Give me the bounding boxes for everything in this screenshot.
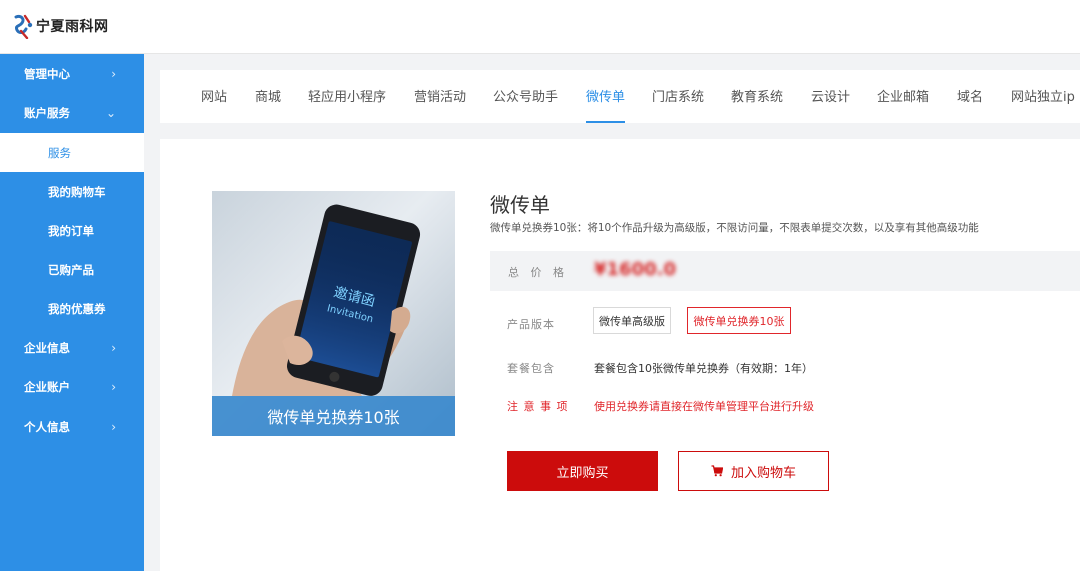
sidebar-item-label: 管理中心 <box>24 66 70 81</box>
phone-hand-illustration: 邀请函 Invitation <box>232 204 421 396</box>
sidebar-item-company-account[interactable]: 企业账户 › <box>0 368 144 408</box>
tab-mall[interactable]: 商城 <box>255 70 281 123</box>
add-to-cart-label: 加入购物车 <box>730 465 796 481</box>
sidebar: 管理中心 › 账户服务 ⌄ 服务 我的购物车 我的订单 已购产品 我的优惠券 企… <box>0 54 144 571</box>
chevron-down-icon: ⌄ <box>105 106 116 121</box>
tab-domain[interactable]: 域名 <box>957 70 983 123</box>
price-label: 总 价 格 <box>508 266 568 279</box>
sidebar-item-label: 个人信息 <box>24 419 70 434</box>
sidebar-item-account-service[interactable]: 账户服务 ⌄ <box>0 94 144 134</box>
package-label: 套餐包含 <box>507 362 555 375</box>
product-description: 微传单兑换券10张：将10个作品升级为高级版，不限访问量，不限表单提交次数，以及… <box>490 222 979 234</box>
cart-icon <box>711 465 723 477</box>
price-row: 总 价 格 ¥1600.0 <box>490 251 1080 291</box>
product-image-banner: 微传单兑换券10张 <box>212 396 455 436</box>
sidebar-subitem-service[interactable]: 服务 <box>0 133 144 172</box>
top-header: 宁夏雨科网 <box>0 0 1080 54</box>
tab-website[interactable]: 网站 <box>201 70 227 123</box>
sidebar-item-company-info[interactable]: 企业信息 › <box>0 328 144 368</box>
tab-flyer[interactable]: 微传单 <box>586 70 626 123</box>
brand-mark-icon <box>14 14 33 39</box>
tab-official-account[interactable]: 公众号助手 <box>493 70 558 123</box>
tab-marketing[interactable]: 营销活动 <box>414 70 466 123</box>
chevron-right-icon: › <box>111 66 116 81</box>
sidebar-item-management[interactable]: 管理中心 › <box>0 54 144 94</box>
sidebar-item-label: 企业账户 <box>24 380 70 395</box>
version-label: 产品版本 <box>507 318 555 331</box>
product-title: 微传单 <box>490 193 550 217</box>
sidebar-subitem-coupons[interactable]: 我的优惠券 <box>0 289 144 328</box>
sidebar-item-label: 账户服务 <box>24 106 70 121</box>
notice-value: 使用兑换券请直接在微传单管理平台进行升级 <box>594 400 814 413</box>
add-to-cart-button[interactable]: 加入购物车 <box>678 451 829 491</box>
tab-education[interactable]: 教育系统 <box>731 70 783 123</box>
package-value: 套餐包含10张微传单兑换券（有效期：1年） <box>594 362 813 375</box>
tab-mini-program[interactable]: 轻应用小程序 <box>308 70 386 123</box>
notice-label: 注 意 事 项 <box>507 400 569 413</box>
product-image: 邀请函 Invitation 微传单兑换券10张 <box>212 191 455 436</box>
chevron-right-icon: › <box>111 340 116 355</box>
chevron-right-icon: › <box>111 380 116 395</box>
price-value: ¥1600.0 <box>594 259 676 280</box>
tab-dedicated-ip[interactable]: 网站独立ip <box>1011 70 1075 123</box>
sidebar-subitem-orders[interactable]: 我的订单 <box>0 211 144 250</box>
version-option-coupon-10[interactable]: 微传单兑换券10张 <box>687 307 791 334</box>
brand-logo[interactable]: 宁夏雨科网 <box>12 12 109 40</box>
chevron-right-icon: › <box>111 419 116 434</box>
tab-enterprise-mail[interactable]: 企业邮箱 <box>877 70 929 123</box>
product-detail-panel: 邀请函 Invitation 微传单兑换券10张 微传单 微传单兑换券10张：将… <box>160 139 1080 571</box>
tab-store-system[interactable]: 门店系统 <box>652 70 704 123</box>
sidebar-subitem-purchased[interactable]: 已购产品 <box>0 250 144 289</box>
sidebar-subitem-cart[interactable]: 我的购物车 <box>0 172 144 211</box>
product-tab-bar: 网站 商城 轻应用小程序 营销活动 公众号助手 微传单 门店系统 教育系统 云设… <box>160 70 1080 123</box>
buy-now-button[interactable]: 立即购买 <box>507 451 658 491</box>
brand-name: 宁夏雨科网 <box>36 19 109 35</box>
tab-cloud-design[interactable]: 云设计 <box>811 70 850 123</box>
version-option-advanced[interactable]: 微传单高级版 <box>593 307 671 334</box>
sidebar-item-label: 企业信息 <box>24 340 70 355</box>
sidebar-item-personal-info[interactable]: 个人信息 › <box>0 407 144 447</box>
